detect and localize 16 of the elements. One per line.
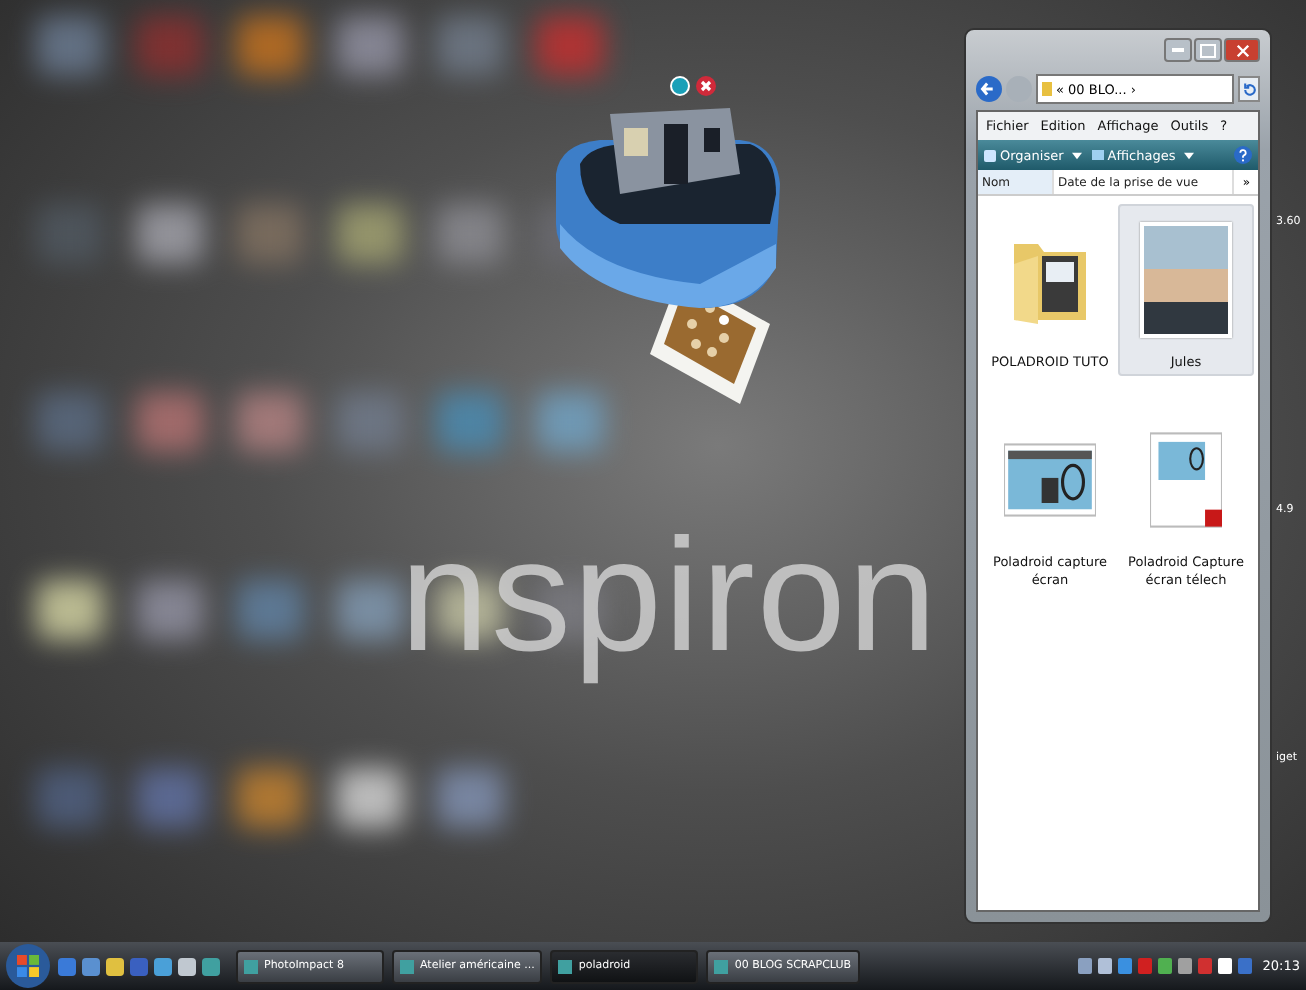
close-icon [1235, 43, 1249, 57]
instant-camera-drawing[interactable] [552, 104, 784, 406]
help-icon[interactable] [1234, 146, 1252, 164]
refresh-button[interactable] [1238, 76, 1260, 102]
minimize-button[interactable] [1164, 38, 1192, 62]
photo-placeholder [1140, 222, 1232, 338]
close-icon[interactable] [696, 76, 716, 96]
minimize-icon[interactable] [670, 76, 690, 96]
caret-icon [1183, 151, 1194, 159]
close-button[interactable] [1224, 38, 1260, 62]
screenshot-thumbnail-icon [1004, 440, 1096, 521]
refresh-icon [1241, 81, 1257, 97]
maximize-button[interactable] [1194, 38, 1222, 62]
start-button[interactable] [6, 944, 50, 988]
back-icon[interactable] [976, 76, 1002, 102]
caret-icon [1071, 151, 1082, 159]
